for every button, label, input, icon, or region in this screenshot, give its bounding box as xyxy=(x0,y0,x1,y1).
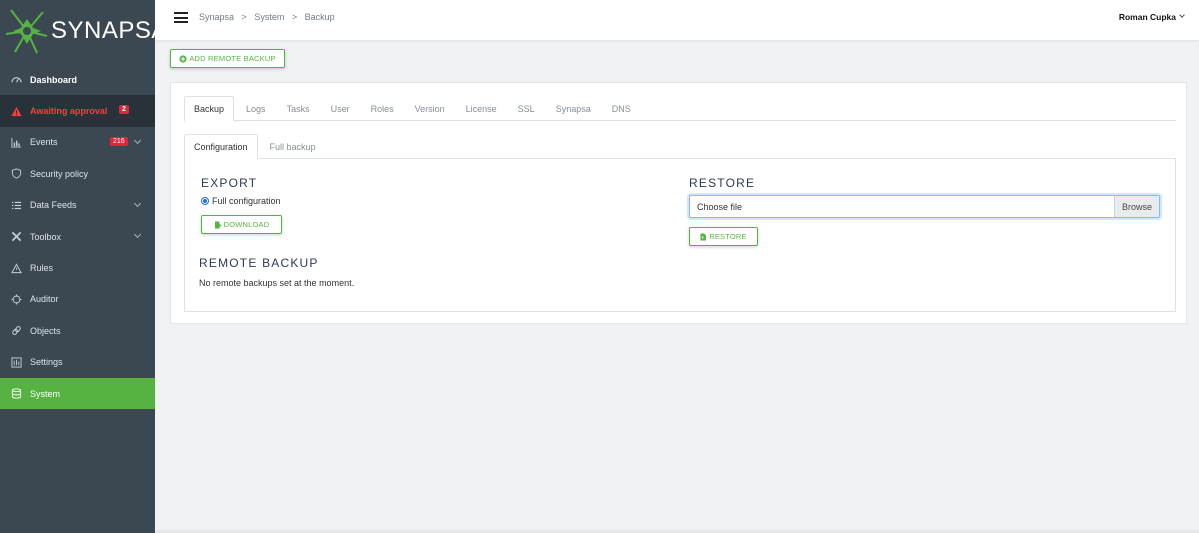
sidebar-item-label: Data Feeds xyxy=(30,200,77,211)
sidebar-item-label: System xyxy=(30,388,61,399)
database-icon xyxy=(0,388,30,399)
logo-text: SYNAPSA xyxy=(51,17,168,44)
download-label: DOWNLOAD xyxy=(223,220,270,229)
sidebar: SYNAPSA Dashboard Awaiting approval 2 Ev… xyxy=(0,0,167,533)
shield-icon xyxy=(0,168,30,179)
events-count-badge: 216 xyxy=(110,136,128,146)
chevron-down-icon[interactable] xyxy=(133,230,142,238)
subtab-configuration[interactable]: Configuration xyxy=(184,134,258,160)
sidebar-item-awaiting-approval[interactable]: Awaiting approval 2 xyxy=(0,95,155,127)
backup-card: Backup Logs Tasks User Roles Version Lic… xyxy=(170,82,1187,324)
sidebar-item-label: Security policy xyxy=(30,168,89,179)
subtab-full-backup[interactable]: Full backup xyxy=(261,134,325,159)
remote-backup-heading: REMOTE BACKUP xyxy=(199,256,319,270)
sidebar-item-label: Rules xyxy=(30,263,54,274)
chevron-down-icon[interactable] xyxy=(133,199,142,207)
crosshair-icon xyxy=(0,294,30,305)
file-import-icon xyxy=(700,233,707,240)
tab-logs[interactable]: Logs xyxy=(237,96,275,121)
chevron-down-icon[interactable] xyxy=(1179,12,1185,18)
user-menu[interactable]: Roman Cupka xyxy=(1119,12,1176,22)
restore-heading: RESTORE xyxy=(689,176,756,190)
sidebar-item-label: Auditor xyxy=(30,294,59,305)
tab-roles[interactable]: Roles xyxy=(362,96,403,121)
sidebar-item-label: Objects xyxy=(30,325,61,336)
logo[interactable]: SYNAPSA xyxy=(0,0,167,64)
no-remote-backups-text: No remote backups set at the moment. xyxy=(199,278,355,288)
full-configuration-label: Full configuration xyxy=(212,196,281,206)
sidebar-item-data-feeds[interactable]: Data Feeds xyxy=(0,190,155,221)
sidebar-item-rules[interactable]: Rules xyxy=(0,252,155,283)
breadcrumb-item-system[interactable]: System xyxy=(254,12,284,22)
dashboard-icon xyxy=(0,74,30,85)
sidebar-item-events[interactable]: Events 216 xyxy=(0,127,155,158)
add-remote-backup-label: ADD REMOTE BACKUP xyxy=(189,54,276,63)
add-remote-backup-button[interactable]: ADD REMOTE BACKUP xyxy=(170,49,285,68)
restore-button[interactable]: RESTORE xyxy=(689,227,758,246)
sidebar-item-dashboard[interactable]: Dashboard xyxy=(0,64,155,95)
sidebar-item-settings[interactable]: Settings xyxy=(0,347,155,378)
tab-backup[interactable]: Backup xyxy=(184,96,235,122)
sidebar-item-label: Toolbox xyxy=(30,231,62,242)
breadcrumb-separator: > xyxy=(241,12,247,22)
tools-icon xyxy=(0,231,30,242)
sidebar-item-system[interactable]: System xyxy=(0,377,155,410)
alert-triangle-icon xyxy=(0,262,30,274)
chevron-down-icon[interactable] xyxy=(133,136,142,144)
file-export-icon xyxy=(214,221,222,228)
tab-version[interactable]: Version xyxy=(406,96,454,121)
restore-file-input[interactable]: Choose file Browse xyxy=(689,195,1160,218)
plus-circle-icon xyxy=(179,54,187,63)
bar-chart-icon xyxy=(0,137,30,148)
awaiting-count-badge: 2 xyxy=(119,105,129,115)
sidebar-item-label: Events xyxy=(30,137,58,148)
tab-tasks[interactable]: Tasks xyxy=(278,96,319,121)
export-heading: EXPORT xyxy=(201,176,258,190)
browse-button[interactable]: Browse xyxy=(1114,196,1159,217)
sidebar-nav: Dashboard Awaiting approval 2 Events 216… xyxy=(0,64,155,410)
sidebar-item-security-policy[interactable]: Security policy xyxy=(0,158,155,189)
main-tabs: Backup Logs Tasks User Roles Version Lic… xyxy=(184,96,1176,122)
backup-subtabs: Configuration Full backup xyxy=(184,134,1176,160)
breadcrumb-item-backup: Backup xyxy=(304,12,335,22)
tab-ssl[interactable]: SSL xyxy=(509,96,544,121)
sidebar-item-auditor[interactable]: Auditor xyxy=(0,284,155,315)
synapsa-logo-icon xyxy=(5,9,48,54)
download-button[interactable]: DOWNLOAD xyxy=(201,215,282,234)
tab-user[interactable]: User xyxy=(322,96,359,121)
file-input-placeholder[interactable]: Choose file xyxy=(690,196,1114,217)
configuration-panel xyxy=(184,158,1176,312)
settings-icon xyxy=(0,357,30,368)
menu-toggle-icon[interactable] xyxy=(174,12,188,23)
breadcrumb-item-synapsa[interactable]: Synapsa xyxy=(199,12,234,22)
warning-icon xyxy=(0,106,30,117)
link-icon xyxy=(0,325,30,336)
tab-synapsa[interactable]: Synapsa xyxy=(547,96,600,121)
sidebar-item-label: Awaiting approval xyxy=(30,106,108,117)
breadcrumb-separator: > xyxy=(291,12,298,22)
sidebar-item-label: Settings xyxy=(30,357,63,368)
sidebar-item-objects[interactable]: Objects xyxy=(0,315,155,346)
list-icon xyxy=(0,200,30,211)
full-configuration-radio-row[interactable]: Full configuration xyxy=(201,196,281,206)
top-bar: Synapsa > System > Backup Roman Cupka xyxy=(155,0,1199,40)
restore-label: RESTORE xyxy=(709,232,747,241)
sidebar-item-label: Dashboard xyxy=(30,74,78,85)
tab-dns[interactable]: DNS xyxy=(603,96,640,121)
breadcrumb: Synapsa > System > Backup xyxy=(199,12,335,22)
full-configuration-radio[interactable] xyxy=(201,197,209,205)
tab-license[interactable]: License xyxy=(457,96,506,121)
sidebar-item-toolbox[interactable]: Toolbox xyxy=(0,221,155,252)
